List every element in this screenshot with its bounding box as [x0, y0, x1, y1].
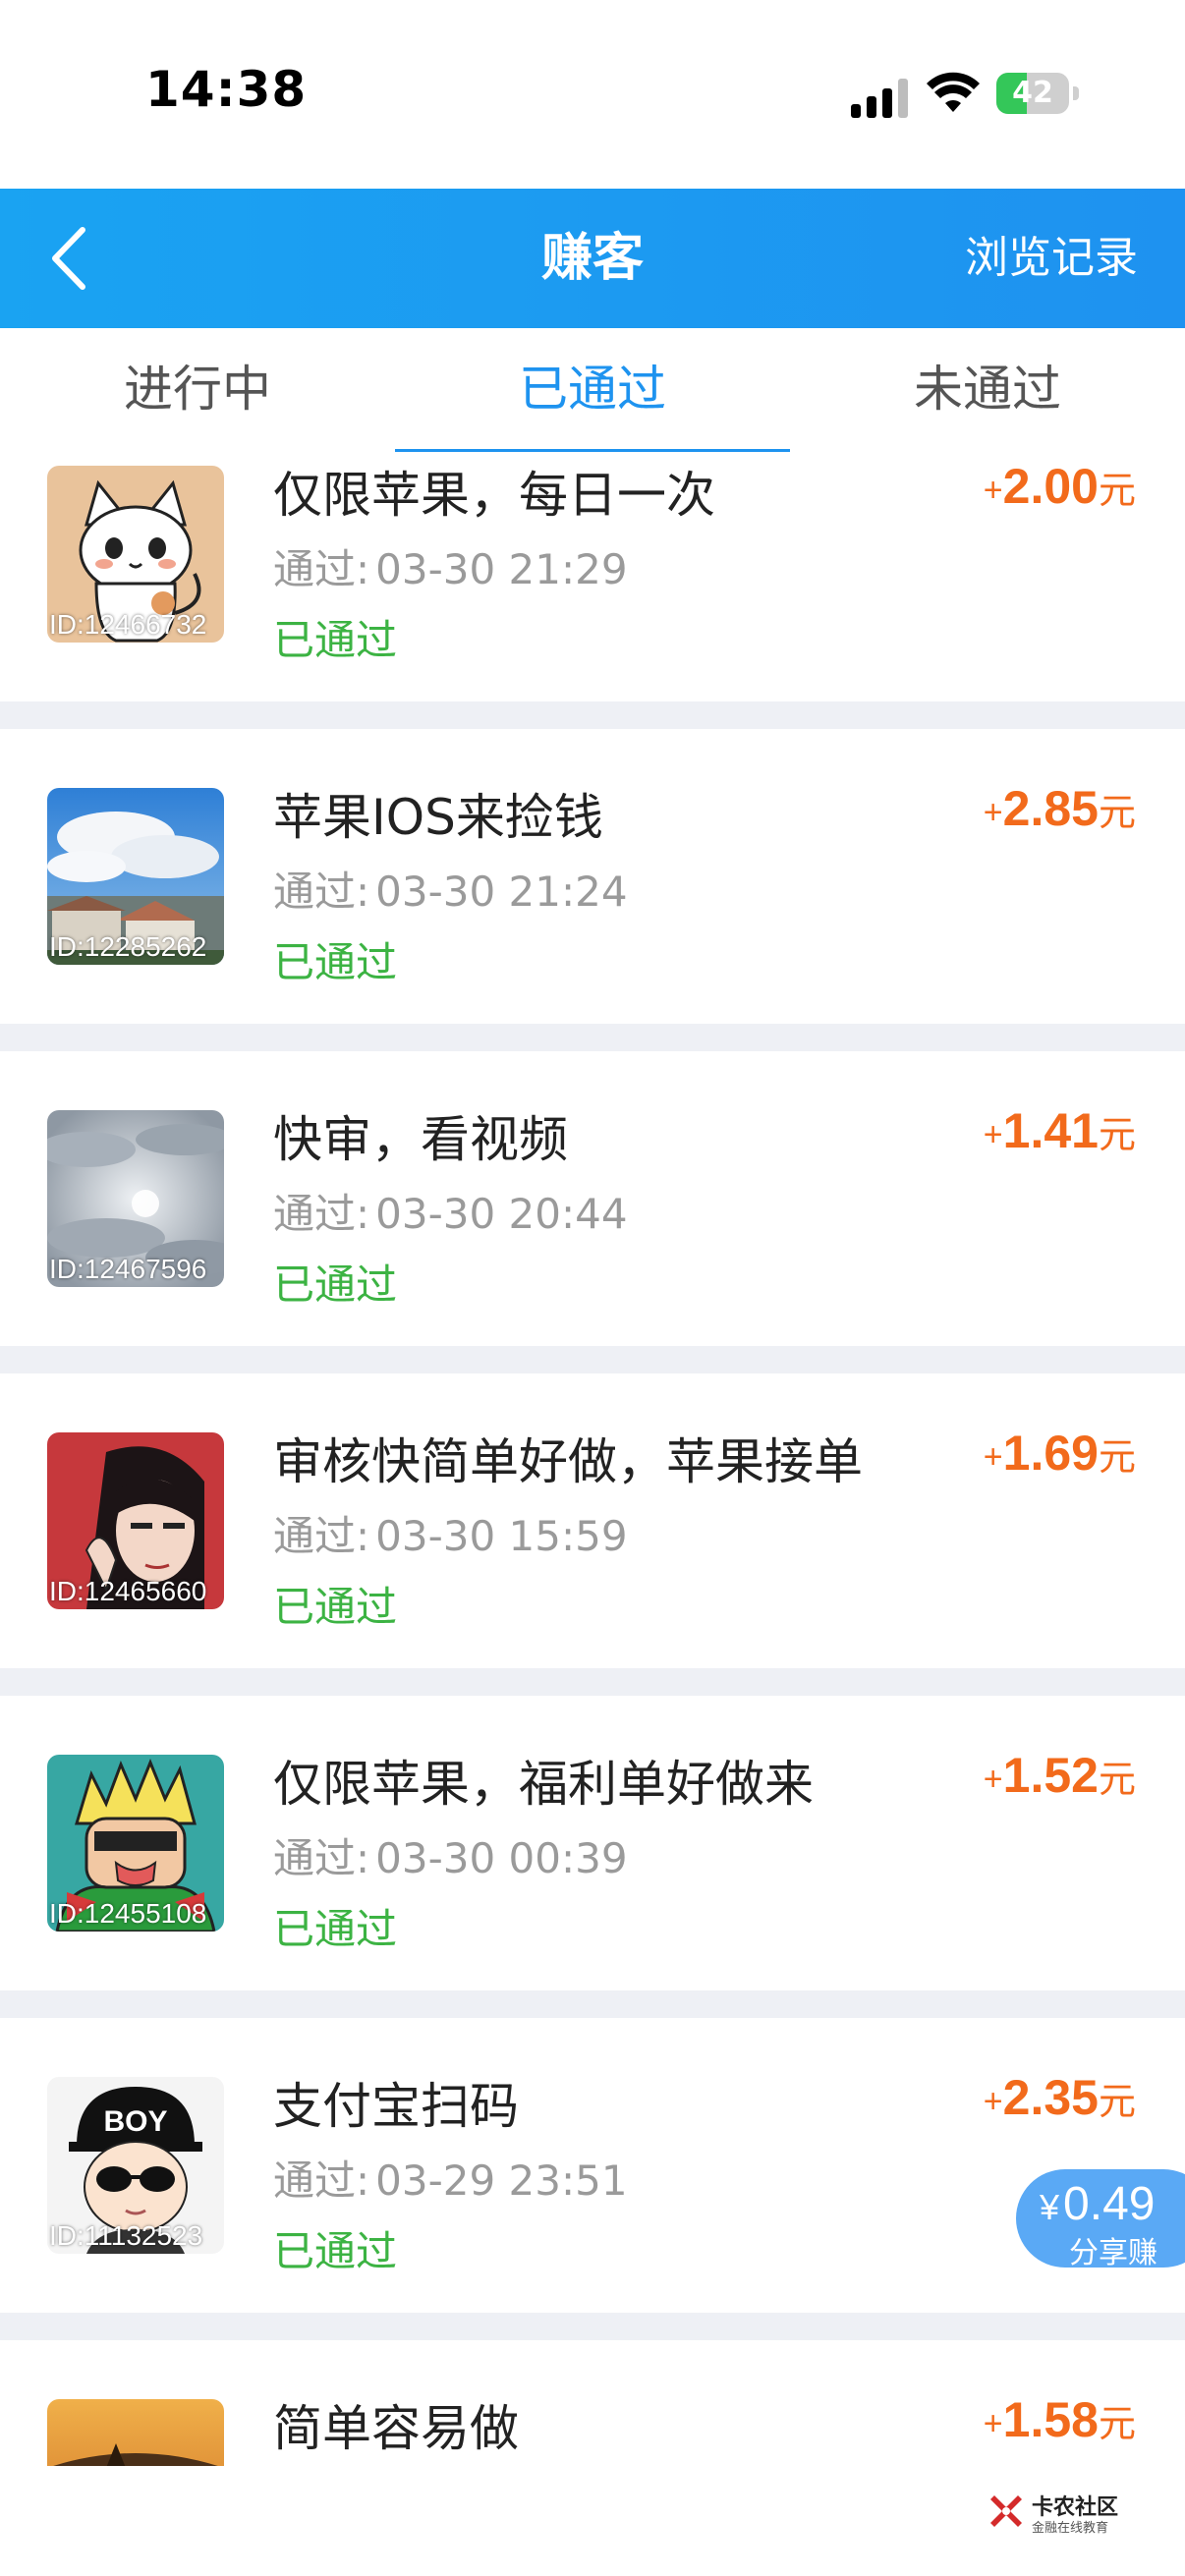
approval-time: 通过: 03-30 00:39	[273, 1834, 628, 1882]
svg-text:BOY: BOY	[103, 2105, 167, 2138]
reward-amount: +1.69元	[983, 1426, 1136, 1481]
kanong-logo-icon	[990, 2495, 1022, 2527]
task-title: 快审，看视频	[273, 1111, 568, 1168]
approval-time: 通过: 03-30 21:29	[273, 545, 628, 593]
status-label: 已通过	[273, 2227, 398, 2275]
sunset-photo	[47, 2399, 224, 2466]
approval-time: 通过: 03-29 23:51	[273, 2156, 628, 2205]
anime-avatar: ID:12465660	[47, 1432, 224, 1609]
reward-amount: +1.52元	[983, 1748, 1136, 1803]
task-id: ID:12467596	[49, 1254, 207, 1284]
battery-level: 42	[1012, 76, 1053, 110]
approval-time: 通过: 03-30 20:44	[273, 1190, 628, 1238]
reward-amount: +1.41元	[983, 1103, 1136, 1158]
task-title: 仅限苹果，每日一次	[273, 467, 715, 524]
task-title: 简单容易做	[273, 2400, 519, 2457]
status-label: 已通过	[273, 938, 398, 986]
cartoon-avatar: ID:12455108	[47, 1755, 224, 1932]
task-id: ID:12466732	[49, 609, 207, 640]
watermark-subtitle: 金融在线教育	[1032, 2521, 1109, 2536]
boy-cap-avatar: BOY ID:11132523	[47, 2077, 224, 2254]
reward-amount: +2.00元	[983, 459, 1136, 514]
tab-rejected[interactable]: 未通过	[790, 328, 1185, 452]
cloudy-sky-photo: ID:12467596	[47, 1110, 224, 1287]
task-title: 支付宝扫码	[273, 2078, 519, 2135]
task-id: ID:12465660	[49, 1576, 207, 1606]
tab-approved[interactable]: 已通过	[395, 328, 790, 452]
share-label: 分享赚	[1069, 2236, 1157, 2270]
reward-amount: +2.85元	[983, 781, 1136, 836]
task-id: ID:12455108	[49, 1898, 207, 1929]
reward-amount: +2.35元	[983, 2070, 1136, 2125]
task-title: 审核快简单好做，苹果接单	[273, 1433, 863, 1490]
status-label: 已通过	[273, 1260, 398, 1309]
task-card[interactable]: ID:12455108 仅限苹果，福利单好做来 通过: 03-30 00:39 已…	[0, 1696, 1185, 1990]
share-amount: ¥0.49	[1040, 2178, 1156, 2230]
task-id: ID:12285262	[49, 931, 207, 962]
wifi-icon	[927, 72, 980, 112]
watermark: 卡农社区 金融在线教育	[987, 2490, 1144, 2539]
task-card[interactable]: ID:12285262 苹果IOS来捡钱 通过: 03-30 21:24 已通过 …	[0, 729, 1185, 1024]
status-label: 已通过	[273, 1905, 398, 1953]
task-card[interactable]: ID:12467596 快审，看视频 通过: 03-30 20:44 已通过 +1…	[0, 1051, 1185, 1346]
status-bar: 14:38 42	[0, 0, 1185, 189]
approval-time: 通过: 03-30 15:59	[273, 1512, 628, 1560]
battery-icon: 42	[996, 73, 1079, 116]
cellular-signal-icon	[851, 79, 908, 118]
task-list[interactable]: ID:12466732 仅限苹果，每日一次 通过: 03-30 21:29 已通过…	[0, 452, 1185, 2466]
task-card[interactable]: 简单容易做 +1.58元	[0, 2340, 1185, 2466]
status-label: 已通过	[273, 616, 398, 664]
cat-icon: ID:12466732	[47, 466, 224, 643]
task-card[interactable]: ID:12465660 审核快简单好做，苹果接单 通过: 03-30 15:59 …	[0, 1373, 1185, 1668]
task-title: 苹果IOS来捡钱	[273, 789, 603, 846]
back-chevron-icon[interactable]	[43, 222, 112, 295]
task-id: ID:11132523	[49, 2220, 203, 2251]
reward-amount: +1.58元	[983, 2392, 1136, 2447]
browse-history-link[interactable]: 浏览记录	[965, 189, 1138, 328]
sky-town-photo: ID:12285262	[47, 788, 224, 965]
task-card[interactable]: ID:12466732 仅限苹果，每日一次 通过: 03-30 21:29 已通过…	[0, 452, 1185, 701]
share-earn-button[interactable]: ¥0.49 分享赚	[1016, 2169, 1185, 2270]
approval-time: 通过: 03-30 21:24	[273, 868, 628, 916]
app-header: 赚客 浏览记录	[0, 189, 1185, 328]
status-label: 已通过	[273, 1583, 398, 1631]
status-time: 14:38	[145, 61, 308, 118]
task-card[interactable]: BOY ID:11132523 支付宝扫码 通过: 03-29 23:51 已通过…	[0, 2018, 1185, 2313]
task-title: 仅限苹果，福利单好做来	[273, 1756, 814, 1813]
tab-in-progress[interactable]: 进行中	[0, 328, 395, 452]
status-tabs: 进行中 已通过 未通过	[0, 328, 1185, 454]
